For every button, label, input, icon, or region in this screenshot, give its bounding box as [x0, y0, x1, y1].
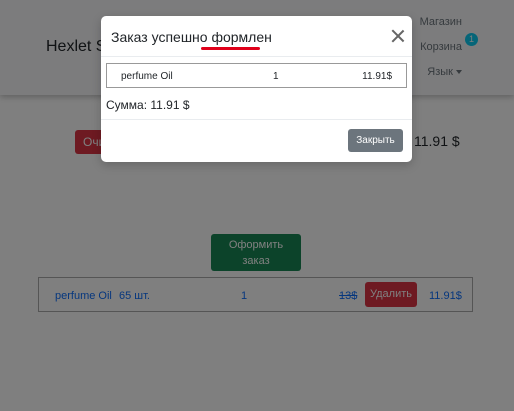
spellcheck-underline: [201, 47, 260, 50]
order-item-price: 11.91$: [362, 71, 392, 82]
close-button[interactable]: Закрыть: [348, 129, 403, 152]
page: Hexlet Store Магазин Корзина 1 Язык Очис…: [0, 0, 514, 411]
order-sum: Сумма: 11.91 $: [106, 98, 190, 112]
modal-footer-divider: [101, 119, 412, 120]
modal-header-divider: [101, 56, 412, 57]
order-item-row: perfume Oil 1 11.91$: [106, 63, 407, 88]
order-item-qty: 1: [273, 71, 279, 82]
modal-title: Заказ успешно формлен: [111, 29, 272, 45]
order-item-name: perfume Oil: [121, 71, 173, 82]
order-success-modal: Заказ успешно формлен perfume Oil 1 11.9…: [101, 16, 412, 162]
close-icon[interactable]: [391, 29, 405, 43]
